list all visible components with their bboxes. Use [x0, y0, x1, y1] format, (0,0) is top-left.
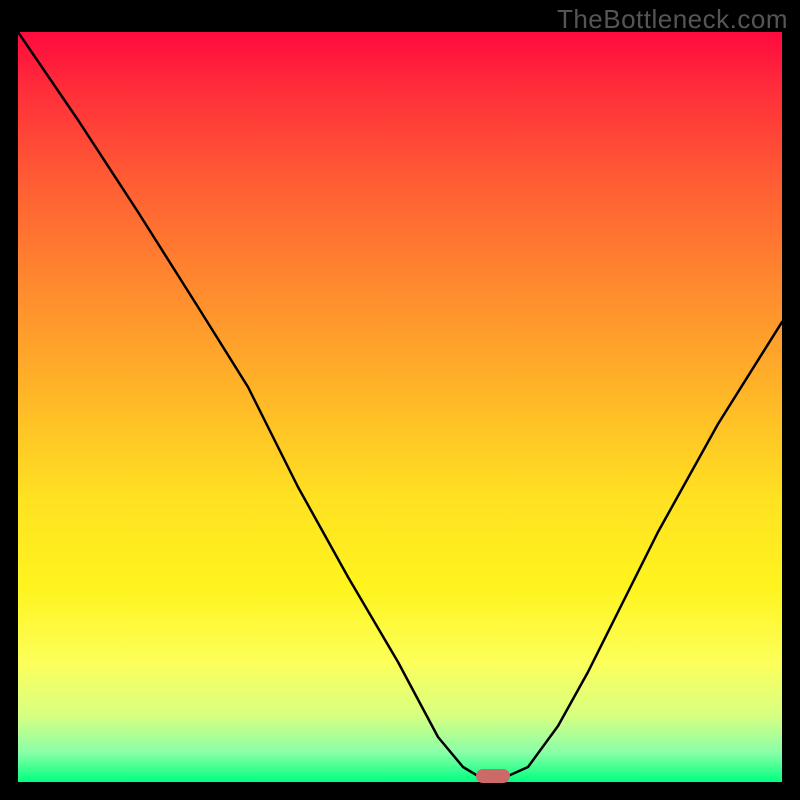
watermark-text: TheBottleneck.com — [557, 4, 788, 35]
chart-frame: TheBottleneck.com — [0, 0, 800, 800]
marker-dot — [476, 769, 510, 783]
curve-path — [18, 32, 782, 776]
curve-svg — [18, 32, 782, 782]
plot-area — [18, 32, 782, 782]
